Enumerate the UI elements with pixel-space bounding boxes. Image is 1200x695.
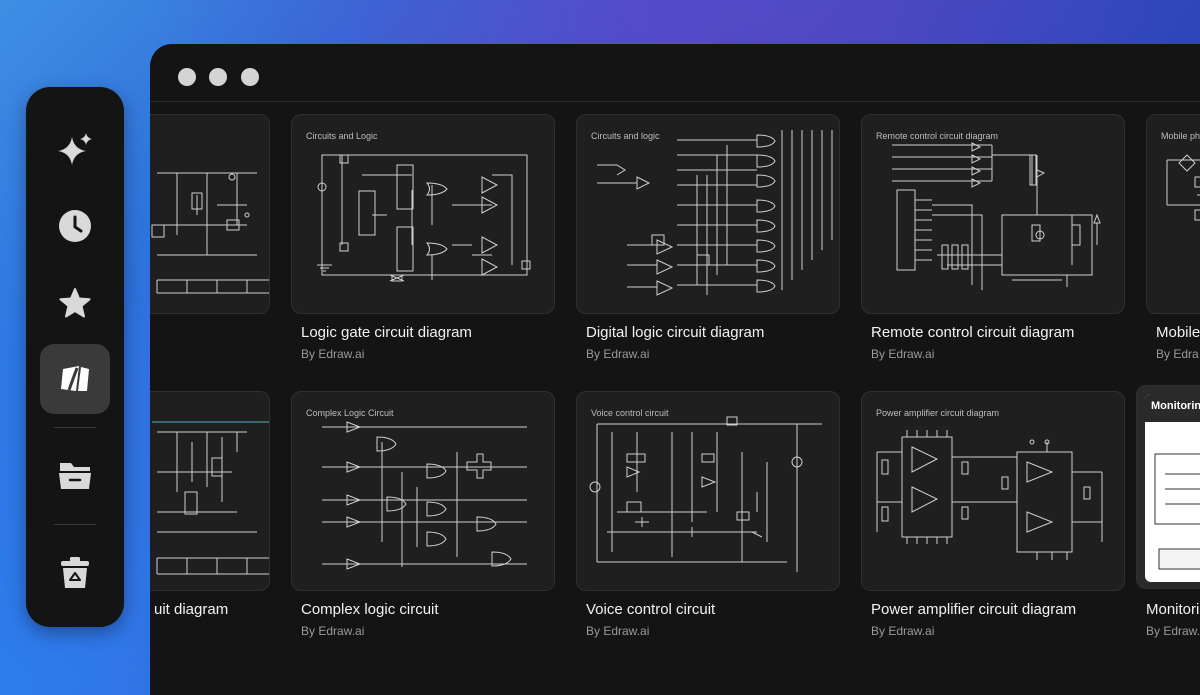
template-title[interactable]: uit diagram — [154, 601, 228, 618]
sidebar-item-favorites[interactable] — [40, 268, 110, 338]
template-title[interactable]: Remote control circuit diagram — [871, 324, 1074, 341]
trash-icon — [61, 557, 89, 588]
template-thumbnail[interactable]: Mobile pho — [1146, 114, 1200, 314]
template-thumbnail[interactable]: Circuits and Logic — [291, 114, 555, 314]
template-author: By Edraw.ai — [586, 624, 650, 638]
monitoring-preview: Monitoring — [1145, 394, 1200, 582]
favorites-icon — [59, 288, 91, 318]
sidebar-divider — [54, 427, 96, 428]
template-author: By Edra — [1156, 347, 1199, 361]
template-author: By Edraw.a — [1146, 624, 1200, 638]
template-title[interactable]: Monitoring — [1146, 601, 1200, 618]
templates-icon — [61, 366, 89, 391]
template-thumbnail[interactable]: Power amplifier circuit diagram — [861, 391, 1125, 591]
template-author: By Edraw.ai — [586, 347, 650, 361]
window-close-button[interactable] — [178, 68, 196, 86]
template-title[interactable]: Logic gate circuit diagram — [301, 324, 472, 341]
window-maximize-button[interactable] — [241, 68, 259, 86]
template-title[interactable]: Voice control circuit — [586, 601, 715, 618]
app-window: Circuits and Logic Logic gate circuit di… — [150, 44, 1200, 695]
template-title[interactable]: Mobile — [1156, 324, 1200, 341]
sidebar-item-templates[interactable] — [40, 344, 110, 414]
recent-icon — [59, 210, 91, 242]
template-title[interactable]: Complex logic circuit — [301, 601, 439, 618]
sidebar — [26, 87, 124, 627]
template-author: By Edraw.ai — [871, 624, 935, 638]
window-minimize-button[interactable] — [209, 68, 227, 86]
sidebar-item-trash[interactable] — [40, 538, 110, 608]
folder-icon — [59, 463, 91, 489]
ai-sparkle-icon — [58, 133, 92, 165]
template-title[interactable]: Digital logic circuit diagram — [586, 324, 764, 341]
template-author: By Edraw.ai — [301, 624, 365, 638]
template-thumbnail[interactable]: Circuits and logic — [576, 114, 840, 314]
template-thumbnail[interactable]: Complex Logic Circuit — [291, 391, 555, 591]
template-author: By Edraw.ai — [871, 347, 935, 361]
template-thumbnail[interactable]: Voice control circuit — [576, 391, 840, 591]
template-thumbnail[interactable] — [150, 391, 270, 591]
title-bar — [150, 44, 1200, 102]
template-thumbnail[interactable] — [150, 114, 270, 314]
sidebar-item-files[interactable] — [40, 440, 110, 510]
template-thumbnail[interactable]: Monitoring — [1136, 385, 1200, 589]
sidebar-item-recent[interactable] — [40, 191, 110, 261]
template-title[interactable]: Power amplifier circuit diagram — [871, 601, 1076, 618]
template-thumbnail[interactable]: Remote control circuit diagram — [861, 114, 1125, 314]
template-gallery: Circuits and Logic Logic gate circuit di… — [150, 102, 1200, 695]
template-author: By Edraw.ai — [301, 347, 365, 361]
sidebar-item-ai[interactable] — [40, 115, 110, 185]
sidebar-divider — [54, 524, 96, 525]
